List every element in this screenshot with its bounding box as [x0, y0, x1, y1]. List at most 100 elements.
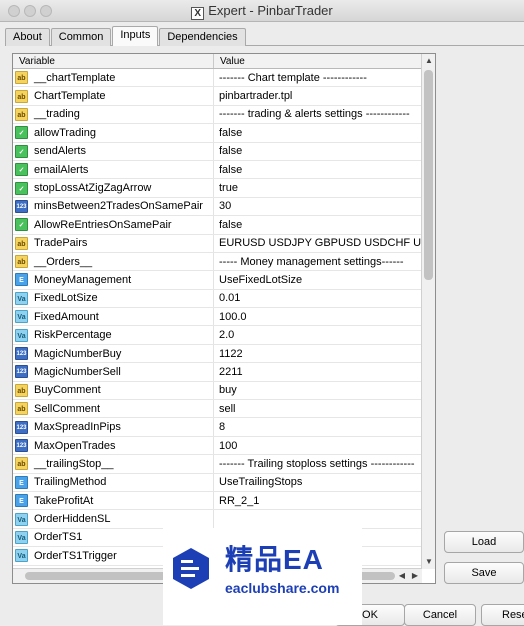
- variable-cell[interactable]: 123 MaxSpreadInPips: [13, 418, 214, 436]
- variable-cell[interactable]: ab TradePairs: [13, 234, 214, 252]
- reset-button[interactable]: Rese: [481, 604, 524, 626]
- table-row[interactable]: Va FixedLotSize 0.01: [13, 289, 422, 309]
- table-row[interactable]: ✓ stopLossAtZigZagArrow true: [13, 179, 422, 198]
- value-cell[interactable]: false: [214, 161, 422, 178]
- variable-cell[interactable]: ab __chartTemplate: [13, 69, 214, 87]
- table-row[interactable]: 123 MaxSpreadInPips 8: [13, 418, 422, 437]
- variable-cell[interactable]: Va RiskPercentage: [13, 326, 214, 344]
- value-cell[interactable]: sell: [214, 400, 422, 417]
- variable-cell[interactable]: E MoneyManagement: [13, 271, 214, 289]
- table-row[interactable]: ✓ emailAlerts false: [13, 160, 422, 180]
- variable-cell[interactable]: ab BuyComment: [13, 381, 214, 400]
- load-button[interactable]: Load: [444, 531, 524, 553]
- value-cell[interactable]: buy: [214, 382, 422, 399]
- value-cell[interactable]: 2211: [214, 363, 422, 380]
- value-cell[interactable]: 8: [214, 418, 422, 435]
- value-cell[interactable]: 100: [214, 437, 422, 454]
- table-row[interactable]: ab ChartTemplate pinbartrader.tpl: [13, 87, 422, 106]
- vertical-scrollbar[interactable]: ▲ ▼: [421, 54, 435, 569]
- variable-cell[interactable]: ✓ stopLossAtZigZagArrow: [13, 179, 214, 197]
- variable-cell[interactable]: ab __trailingStop__: [13, 455, 214, 473]
- variable-cell[interactable]: ✓ allowTrading: [13, 124, 214, 142]
- variable-cell[interactable]: ab __Orders__: [13, 252, 214, 271]
- variable-name: MagicNumberSell: [34, 365, 121, 378]
- table-row[interactable]: E MoneyManagement UseFixedLotSize: [13, 271, 422, 290]
- table-row[interactable]: ✓ AllowReEntriesOnSamePair false: [13, 216, 422, 235]
- save-button[interactable]: Save: [444, 562, 524, 584]
- table-row[interactable]: 123 MagicNumberBuy 1122: [13, 344, 422, 364]
- table-row[interactable]: Va FixedAmount 100.0: [13, 308, 422, 327]
- column-header-variable[interactable]: Variable: [13, 54, 214, 68]
- vertical-scroll-thumb[interactable]: [424, 70, 433, 280]
- integer-type-icon: 123: [15, 365, 28, 379]
- table-row[interactable]: ab __chartTemplate ------- Chart template …: [13, 69, 422, 88]
- variable-cell[interactable]: ab SellComment: [13, 400, 214, 418]
- scroll-down-icon[interactable]: ▼: [423, 556, 435, 568]
- tab-inputs[interactable]: Inputs: [112, 26, 159, 46]
- variable-name: minsBetween2TradesOnSamePair: [34, 200, 203, 213]
- table-row[interactable]: E TrailingMethod UseTrailingStops: [13, 473, 422, 492]
- table-row[interactable]: Va RiskPercentage 2.0: [13, 326, 422, 345]
- table-row[interactable]: ab SellComment sell: [13, 400, 422, 419]
- variable-cell[interactable]: 123 MagicNumberSell: [13, 363, 214, 381]
- value-cell[interactable]: false: [214, 216, 422, 233]
- variable-cell[interactable]: Va FixedAmount: [13, 308, 214, 326]
- scroll-right-icon[interactable]: ▶: [409, 570, 421, 582]
- variable-cell[interactable]: ✓ sendAlerts: [13, 142, 214, 160]
- inputs-grid: Variable Value ab __chartTemplate ------- …: [12, 53, 436, 584]
- scroll-left-icon[interactable]: ◀: [396, 570, 408, 582]
- variable-cell[interactable]: 123 minsBetween2TradesOnSamePair: [13, 197, 214, 216]
- value-cell[interactable]: ----- Money management settings------: [214, 253, 422, 270]
- value-cell[interactable]: 2.0: [214, 326, 422, 343]
- column-header-value[interactable]: Value: [214, 54, 422, 68]
- variable-cell[interactable]: ab __trading: [13, 105, 214, 124]
- value-cell[interactable]: true: [214, 179, 422, 196]
- variable-cell[interactable]: Va OrderHiddenSL: [13, 510, 214, 528]
- tab-common[interactable]: Common: [50, 28, 112, 46]
- cancel-button[interactable]: Cancel: [404, 604, 476, 626]
- value-cell[interactable]: false: [214, 124, 422, 141]
- variable-cell[interactable]: ✓ emailAlerts: [13, 160, 214, 179]
- variable-cell[interactable]: 123 MaxOpenTrades: [13, 436, 214, 455]
- value-cell[interactable]: UseFixedLotSize: [214, 271, 422, 288]
- double-type-icon: Va: [15, 291, 28, 305]
- value-cell[interactable]: EURUSD USDJPY GBPUSD USDCHF USDCA...: [214, 235, 422, 252]
- variable-cell[interactable]: E TrailingMethod: [13, 473, 214, 491]
- tab-about[interactable]: About: [5, 28, 50, 46]
- variable-cell[interactable]: 123 MagicNumberBuy: [13, 344, 214, 363]
- variable-cell[interactable]: ✓ AllowReEntriesOnSamePair: [13, 216, 214, 234]
- table-row[interactable]: ✓ allowTrading false: [13, 124, 422, 143]
- variable-name: sendAlerts: [34, 145, 86, 158]
- value-cell[interactable]: false: [214, 143, 422, 160]
- table-row[interactable]: 123 MagicNumberSell 2211: [13, 363, 422, 382]
- value-cell[interactable]: pinbartrader.tpl: [214, 87, 422, 104]
- value-cell[interactable]: 1122: [214, 345, 422, 362]
- variable-cell[interactable]: Va FixedLotSize: [13, 289, 214, 308]
- variable-cell[interactable]: ab ChartTemplate: [13, 87, 214, 105]
- tab-dependencies[interactable]: Dependencies: [159, 28, 246, 46]
- table-row[interactable]: Va OrderHiddenSL: [13, 510, 422, 529]
- table-row[interactable]: ab __trading ------- trading & alerts sett…: [13, 105, 422, 125]
- table-row[interactable]: ab __Orders__ ----- Money management setti…: [13, 252, 422, 272]
- watermark-en-text: eaclubshare.com: [225, 580, 340, 596]
- table-row[interactable]: ab TradePairs EURUSD USDJPY GBPUSD USDCHF …: [13, 234, 422, 253]
- value-cell[interactable]: [214, 510, 422, 527]
- variable-cell[interactable]: E TakeProfitAt: [13, 491, 214, 510]
- value-cell[interactable]: 100.0: [214, 308, 422, 325]
- table-row[interactable]: ab BuyComment buy: [13, 381, 422, 401]
- value-cell[interactable]: 30: [214, 198, 422, 215]
- variable-name: __chartTemplate: [34, 71, 116, 84]
- value-cell[interactable]: UseTrailingStops: [214, 474, 422, 491]
- integer-type-icon: 123: [15, 420, 28, 434]
- table-row[interactable]: ab __trailingStop__ ------- Trailing stopl…: [13, 455, 422, 474]
- table-row[interactable]: E TakeProfitAt RR_2_1: [13, 491, 422, 511]
- value-cell[interactable]: ------- Chart template ------------: [214, 69, 422, 86]
- value-cell[interactable]: 0.01: [214, 290, 422, 307]
- value-cell[interactable]: ------- trading & alerts settings ------…: [214, 106, 422, 123]
- table-row[interactable]: 123 minsBetween2TradesOnSamePair 30: [13, 197, 422, 217]
- value-cell[interactable]: ------- Trailing stoploss settings -----…: [214, 455, 422, 472]
- value-cell[interactable]: RR_2_1: [214, 492, 422, 509]
- table-row[interactable]: ✓ sendAlerts false: [13, 142, 422, 161]
- table-row[interactable]: 123 MaxOpenTrades 100: [13, 436, 422, 456]
- scroll-up-icon[interactable]: ▲: [423, 55, 435, 67]
